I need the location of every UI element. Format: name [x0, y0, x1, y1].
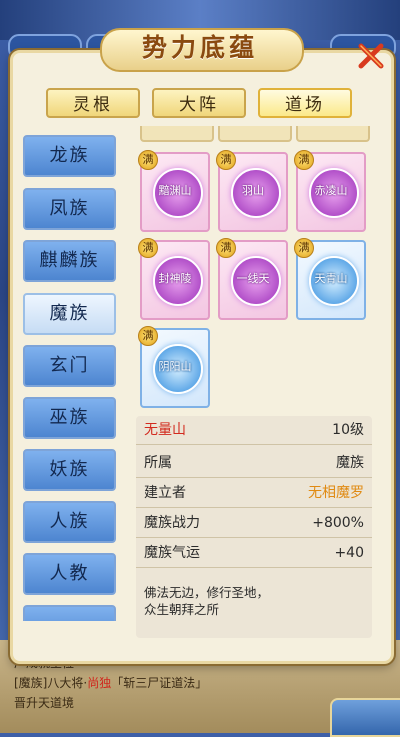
max-badge: 满	[138, 238, 158, 258]
detail-label: 魔族战力	[144, 515, 200, 531]
sidebar-item-qilinzu[interactable]: 麒麟族	[23, 240, 116, 282]
place-name: 赤凌山	[314, 184, 348, 197]
panel-title: 势力底蕴	[141, 33, 258, 62]
log-suffix: 「斩三尸证道法」	[111, 676, 208, 690]
max-badge: 满	[294, 238, 314, 258]
place-card[interactable]: 黯渊山 满	[138, 150, 210, 232]
grid-card-partial[interactable]	[140, 126, 214, 142]
tab-daochang[interactable]: 道场	[258, 88, 352, 118]
place-detail-panel: 无量山 10级 所属 魔族 建立者 无相魔罗 魔族战力 +800% 魔族气运 +…	[136, 416, 372, 638]
place-grid: 黯渊山 满 羽山 满 赤凌山 满 封神陵 满 一线天 满 天青山 满 阴阳山 满	[136, 126, 376, 414]
place-name: 羽山	[242, 184, 264, 197]
detail-row: 魔族战力 +800%	[136, 509, 372, 538]
place-name: 阴阳山	[158, 360, 192, 373]
detail-label: 魔族气运	[144, 545, 200, 561]
place-card[interactable]: 阴阳山 满	[138, 326, 210, 408]
tab-dazhen[interactable]: 大阵	[152, 88, 246, 118]
grid-card-partial[interactable]	[296, 126, 370, 142]
background-action-button	[330, 698, 400, 737]
place-title: 无量山	[144, 422, 186, 438]
sidebar-item-longzu[interactable]: 龙族	[23, 135, 116, 177]
max-badge: 满	[294, 150, 314, 170]
sidebar-item-xuanmen[interactable]: 玄门	[23, 345, 116, 387]
detail-header-row: 无量山 10级	[136, 416, 372, 445]
sidebar-item-partial[interactable]	[23, 605, 116, 621]
sidebar-item-wuzu[interactable]: 巫族	[23, 397, 116, 439]
faction-sidebar[interactable]: 龙族 凤族 麒麟族 魔族 玄门 巫族 妖族 人族 人教	[23, 133, 120, 621]
sidebar-item-mozu[interactable]: 魔族	[23, 293, 116, 335]
place-card[interactable]: 天青山 满	[294, 238, 366, 320]
detail-row: 魔族气运 +40	[136, 539, 372, 568]
detail-row: 建立者 无相魔罗	[136, 479, 372, 508]
max-badge: 满	[138, 150, 158, 170]
grid-card-partial[interactable]	[218, 126, 292, 142]
place-level: 10级	[332, 422, 364, 438]
log-line: 晋升天道境	[14, 696, 75, 710]
tab-linggen[interactable]: 灵根	[46, 88, 140, 118]
detail-value: +800%	[312, 515, 364, 531]
place-card[interactable]: 一线天 满	[216, 238, 288, 320]
log-line: [魔族]八大将·尚独「斩三尸证道法」	[14, 674, 207, 691]
place-description: 佛法无边，修行圣地， 众生朝拜之所	[144, 585, 270, 617]
detail-label: 所属	[144, 455, 172, 471]
log-highlight: 尚独	[87, 676, 112, 690]
max-badge: 满	[138, 326, 158, 346]
place-card[interactable]: 赤凌山 满	[294, 150, 366, 232]
sidebar-item-fengzu[interactable]: 凤族	[23, 188, 116, 230]
detail-value: 魔族	[336, 455, 364, 471]
place-name: 封神陵	[158, 272, 192, 285]
sidebar-item-yaozu[interactable]: 妖族	[23, 449, 116, 491]
detail-row: 所属 魔族	[136, 449, 372, 478]
sidebar-item-renzu[interactable]: 人族	[23, 501, 116, 543]
place-name: 黯渊山	[158, 184, 192, 197]
detail-value: 无相魔罗	[308, 485, 364, 501]
detail-label: 建立者	[144, 485, 186, 501]
close-icon[interactable]	[355, 40, 387, 72]
place-name: 一线天	[236, 272, 270, 285]
max-badge: 满	[216, 238, 236, 258]
sidebar-item-renjiao[interactable]: 人教	[23, 553, 116, 595]
place-name: 天青山	[314, 272, 348, 285]
max-badge: 满	[216, 150, 236, 170]
place-card[interactable]: 羽山 满	[216, 150, 288, 232]
place-card[interactable]: 封神陵 满	[138, 238, 210, 320]
detail-value: +40	[334, 545, 364, 561]
log-prefix: [魔族]八大将·	[14, 676, 88, 690]
